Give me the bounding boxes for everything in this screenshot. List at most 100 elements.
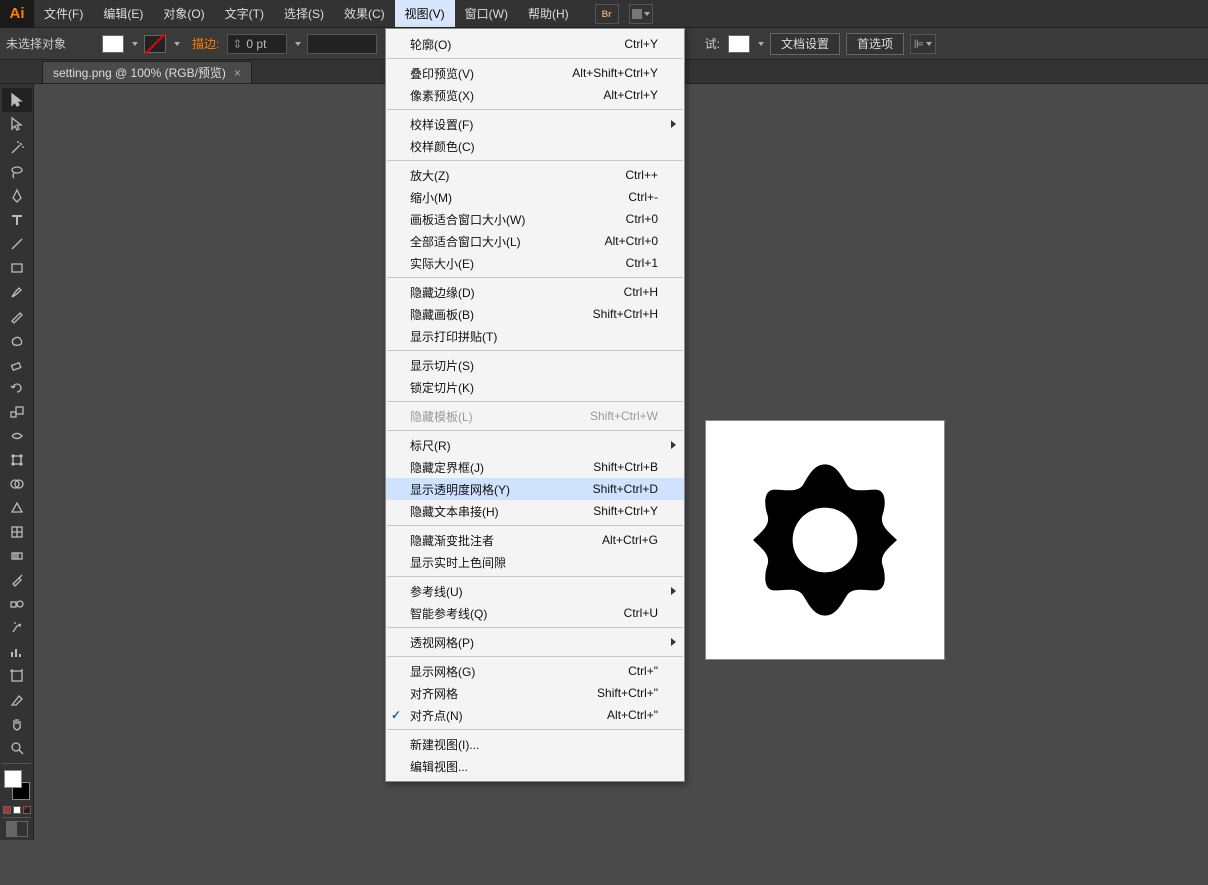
toolbox-separator <box>2 817 31 818</box>
stroke-swatch[interactable] <box>144 35 166 53</box>
menu-item[interactable]: 隐藏文本串接(H)Shift+Ctrl+Y <box>386 500 684 522</box>
tool-selection[interactable] <box>2 88 32 112</box>
color-mode-gradient[interactable] <box>13 806 21 814</box>
menu-item[interactable]: 对齐网格Shift+Ctrl+" <box>386 682 684 704</box>
submenu-arrow-icon <box>671 587 676 595</box>
preferences-button[interactable]: 首选项 <box>846 33 904 55</box>
menu-item[interactable]: 校样设置(F) <box>386 113 684 135</box>
tool-rectangle[interactable] <box>2 256 32 280</box>
tool-hand[interactable] <box>2 712 32 736</box>
menu-item-1[interactable]: 编辑(E) <box>93 0 153 27</box>
fill-color[interactable] <box>4 770 22 788</box>
menu-item[interactable]: 参考线(U) <box>386 580 684 602</box>
tool-width[interactable] <box>2 424 32 448</box>
tool-magic-wand[interactable] <box>2 136 32 160</box>
menu-item[interactable]: 显示实时上色间隙 <box>386 551 684 573</box>
menu-item-shortcut: Alt+Ctrl+0 <box>605 234 658 248</box>
menu-item[interactable]: 新建视图(I)... <box>386 733 684 755</box>
artboard[interactable] <box>705 420 945 660</box>
color-mode-color[interactable] <box>3 806 11 814</box>
tool-pen[interactable] <box>2 184 32 208</box>
menu-item[interactable]: 智能参考线(Q)Ctrl+U <box>386 602 684 624</box>
menu-item[interactable]: 显示透明度网格(Y)Shift+Ctrl+D <box>386 478 684 500</box>
menu-item[interactable]: 显示切片(S) <box>386 354 684 376</box>
tool-zoom[interactable] <box>2 736 32 760</box>
menu-item[interactable]: ✓对齐点(N)Alt+Ctrl+" <box>386 704 684 726</box>
tool-gradient[interactable] <box>2 544 32 568</box>
menu-item[interactable]: 标尺(R) <box>386 434 684 456</box>
tool-mesh[interactable] <box>2 520 32 544</box>
menu-item[interactable]: 轮廓(O)Ctrl+Y <box>386 33 684 55</box>
menu-item-label: 锁定切片(K) <box>410 379 474 396</box>
menu-separator <box>387 160 683 161</box>
fill-swatch[interactable] <box>102 35 124 53</box>
menu-item[interactable]: 隐藏渐变批注者Alt+Ctrl+G <box>386 529 684 551</box>
menu-item-4[interactable]: 选择(S) <box>274 0 334 27</box>
menu-item[interactable]: 锁定切片(K) <box>386 376 684 398</box>
menu-item[interactable]: 叠印预览(V)Alt+Shift+Ctrl+Y <box>386 62 684 84</box>
tool-blend[interactable] <box>2 592 32 616</box>
menu-item-6[interactable]: 视图(V) <box>395 0 455 27</box>
fill-stroke-swatches[interactable] <box>2 768 32 802</box>
menu-item[interactable]: 隐藏边缘(D)Ctrl+H <box>386 281 684 303</box>
menu-item[interactable]: 放大(Z)Ctrl++ <box>386 164 684 186</box>
menu-item[interactable]: 编辑视图... <box>386 755 684 777</box>
color-mode-none[interactable] <box>23 806 31 814</box>
tool-paintbrush[interactable] <box>2 280 32 304</box>
menu-item[interactable]: 显示打印拼贴(T) <box>386 325 684 347</box>
tool-slice[interactable] <box>2 688 32 712</box>
style-swatch[interactable] <box>728 35 750 53</box>
tool-column-graph[interactable] <box>2 640 32 664</box>
close-icon[interactable]: × <box>234 66 241 80</box>
menu-item-label: 隐藏文本串接(H) <box>410 503 499 520</box>
menu-item-label: 实际大小(E) <box>410 255 474 272</box>
tool-shape-builder[interactable] <box>2 472 32 496</box>
menubar: Ai 文件(F)编辑(E)对象(O)文字(T)选择(S)效果(C)视图(V)窗口… <box>0 0 1208 28</box>
stroke-weight-input[interactable]: ⇕0 pt <box>227 34 287 54</box>
tool-pencil[interactable] <box>2 304 32 328</box>
tool-line[interactable] <box>2 232 32 256</box>
document-setup-button[interactable]: 文档设置 <box>770 33 840 55</box>
tool-lasso[interactable] <box>2 160 32 184</box>
menu-item-7[interactable]: 窗口(W) <box>455 0 518 27</box>
menu-item[interactable]: 缩小(M)Ctrl+- <box>386 186 684 208</box>
arrange-docs-button[interactable] <box>629 4 653 24</box>
bridge-button[interactable]: Br <box>595 4 619 24</box>
menu-items: 文件(F)编辑(E)对象(O)文字(T)选择(S)效果(C)视图(V)窗口(W)… <box>34 0 579 27</box>
menu-item-0[interactable]: 文件(F) <box>34 0 93 27</box>
submenu-arrow-icon <box>671 120 676 128</box>
align-panel-button[interactable]: ⊫ <box>910 34 936 54</box>
tool-symbol-sprayer[interactable] <box>2 616 32 640</box>
menu-item[interactable]: 校样颜色(C) <box>386 135 684 157</box>
menu-item-8[interactable]: 帮助(H) <box>518 0 579 27</box>
tool-rotate[interactable] <box>2 376 32 400</box>
menu-item[interactable]: 画板适合窗口大小(W)Ctrl+0 <box>386 208 684 230</box>
menu-item-shortcut: Ctrl+1 <box>626 256 658 270</box>
tool-scale[interactable] <box>2 400 32 424</box>
menu-item[interactable]: 隐藏定界框(J)Shift+Ctrl+B <box>386 456 684 478</box>
menu-item[interactable]: 实际大小(E) Ctrl+1 <box>386 252 684 274</box>
menu-item-3[interactable]: 文字(T) <box>215 0 274 27</box>
screen-mode-button[interactable] <box>6 821 28 837</box>
tool-direct-selection[interactable] <box>2 112 32 136</box>
tool-free-transform[interactable] <box>2 448 32 472</box>
menu-item-5[interactable]: 效果(C) <box>334 0 395 27</box>
tool-perspective[interactable] <box>2 496 32 520</box>
tool-blob-brush[interactable] <box>2 328 32 352</box>
tool-eyedropper[interactable] <box>2 568 32 592</box>
brush-def-input[interactable] <box>307 34 377 54</box>
menu-item-label: 隐藏模板(L) <box>410 408 473 425</box>
menu-item[interactable]: 显示网格(G)Ctrl+" <box>386 660 684 682</box>
menu-item[interactable]: 隐藏画板(B)Shift+Ctrl+H <box>386 303 684 325</box>
menu-item-shortcut: Ctrl+- <box>628 190 658 204</box>
menu-item[interactable]: 全部适合窗口大小(L)Alt+Ctrl+0 <box>386 230 684 252</box>
tool-eraser[interactable] <box>2 352 32 376</box>
tool-artboard[interactable] <box>2 664 32 688</box>
menu-item[interactable]: 透视网格(P) <box>386 631 684 653</box>
menu-item-2[interactable]: 对象(O) <box>153 0 214 27</box>
menu-separator <box>387 277 683 278</box>
tool-type[interactable] <box>2 208 32 232</box>
menu-item[interactable]: 像素预览(X)Alt+Ctrl+Y <box>386 84 684 106</box>
menu-item-shortcut: Alt+Ctrl+G <box>602 533 658 547</box>
document-tab[interactable]: setting.png @ 100% (RGB/预览) × <box>42 61 252 83</box>
